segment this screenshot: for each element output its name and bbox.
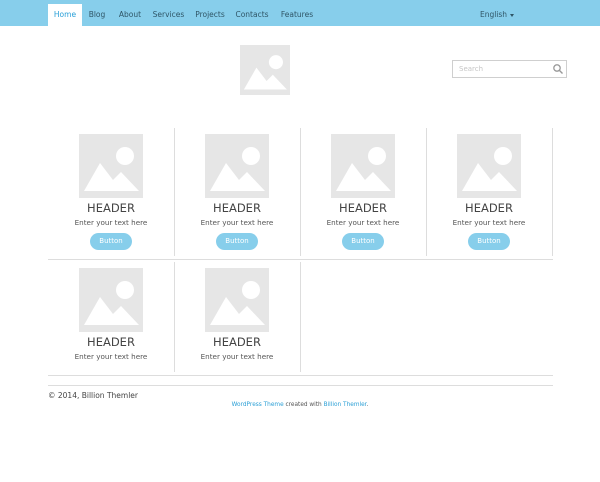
search-input[interactable]: Search: [459, 61, 483, 77]
caret-down-icon: [510, 13, 515, 17]
grid-divider: [48, 259, 553, 260]
card-button[interactable]: Button: [90, 233, 132, 250]
card-header: HEADER: [213, 201, 261, 215]
top-navbar: Home Blog About Services Projects Contac…: [0, 0, 600, 26]
footer-divider: [48, 385, 553, 386]
grid-divider: [48, 375, 553, 376]
image-placeholder-icon: [79, 134, 143, 198]
card-header: HEADER: [87, 201, 135, 215]
card-header: HEADER: [339, 201, 387, 215]
card-button[interactable]: Button: [342, 233, 384, 250]
card-text: Enter your text here: [200, 352, 274, 361]
card-text: Enter your text here: [326, 218, 400, 227]
card-button[interactable]: Button: [468, 233, 510, 250]
wordpress-theme-link[interactable]: WordPress Theme: [232, 402, 284, 408]
image-placeholder-icon: [79, 268, 143, 332]
nav-item-about[interactable]: About: [114, 4, 146, 26]
search-icon[interactable]: [552, 63, 564, 75]
card-text: Enter your text here: [74, 352, 148, 361]
nav-item-home[interactable]: Home: [48, 4, 82, 26]
credit-text: created with: [283, 402, 324, 408]
footer-credit: WordPress Theme created with Billion The…: [0, 402, 600, 408]
logo-image-placeholder-icon: [240, 45, 290, 95]
card-text: Enter your text here: [452, 218, 526, 227]
card-header: HEADER: [87, 335, 135, 349]
image-placeholder-icon: [331, 134, 395, 198]
nav-item-blog[interactable]: Blog: [84, 4, 110, 26]
grid-divider: [300, 128, 301, 256]
card-button[interactable]: Button: [216, 233, 258, 250]
search-box[interactable]: Search: [452, 60, 567, 78]
nav-item-features[interactable]: Features: [278, 4, 316, 26]
billion-themler-link[interactable]: Billion Themler: [324, 402, 367, 408]
card-text: Enter your text here: [200, 218, 274, 227]
image-placeholder-icon: [205, 134, 269, 198]
card-header: HEADER: [213, 335, 261, 349]
language-label: English: [479, 10, 508, 19]
credit-end: .: [366, 402, 369, 408]
image-placeholder-icon: [205, 268, 269, 332]
image-placeholder-icon: [457, 134, 521, 198]
card-header: HEADER: [465, 201, 513, 215]
nav-item-projects[interactable]: Projects: [192, 4, 228, 26]
nav-item-services[interactable]: Services: [150, 4, 187, 26]
footer-copyright: © 2014, Billion Themler: [48, 391, 138, 400]
nav-item-contacts[interactable]: Contacts: [233, 4, 271, 26]
language-dropdown[interactable]: English: [474, 4, 520, 26]
grid-divider: [426, 128, 427, 256]
grid-divider: [174, 128, 175, 256]
grid-divider: [300, 262, 301, 372]
card-text: Enter your text here: [74, 218, 148, 227]
grid-divider: [552, 128, 553, 256]
